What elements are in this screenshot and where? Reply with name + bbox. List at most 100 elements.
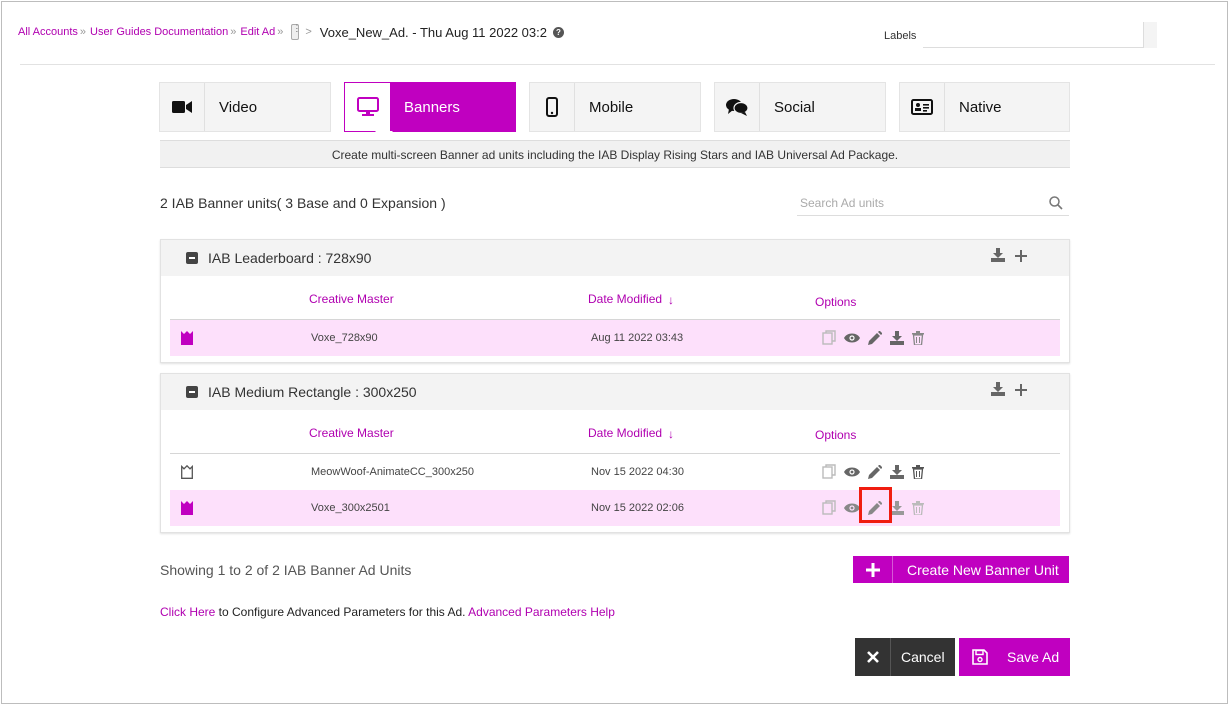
tab-social[interactable]: Social (714, 82, 886, 132)
preview-eye-icon[interactable] (844, 502, 860, 517)
date-modified: Aug 11 2022 03:43 (591, 332, 684, 344)
download-icon[interactable] (890, 500, 904, 518)
collapse-icon[interactable] (186, 252, 198, 264)
pagination-summary: Showing 1 to 2 of 2 IAB Banner Ad Units (160, 562, 412, 578)
tab-banners[interactable]: Banners (344, 82, 516, 132)
highlight-annotation-box (859, 487, 892, 523)
copy-icon[interactable] (822, 500, 836, 518)
id-card-icon (900, 83, 945, 131)
header-divider (20, 64, 1215, 65)
column-creative-master[interactable]: Creative Master (309, 426, 394, 440)
column-date-modified[interactable]: Date Modified (588, 292, 662, 306)
chat-bubbles-icon (715, 83, 760, 131)
breadcrumb-current-ad: Voxe_New_Ad. - Thu Aug 11 2022 03:2 (319, 24, 547, 40)
tab-banners-label: Banners (404, 98, 460, 116)
tab-native[interactable]: Native (899, 82, 1070, 132)
breadcrumb-all-accounts[interactable]: All Accounts (18, 26, 78, 38)
edit-pencil-icon[interactable] (868, 330, 883, 348)
tab-video[interactable]: Video (159, 82, 331, 132)
date-modified: Nov 15 2022 04:30 (591, 466, 684, 478)
delete-trash-icon[interactable] (912, 330, 924, 348)
breadcrumb-edit-ad[interactable]: Edit Ad (240, 26, 275, 38)
tab-mobile[interactable]: Mobile (529, 82, 701, 132)
plus-icon (853, 556, 893, 583)
row-options (822, 464, 924, 482)
advanced-parameters-help-link[interactable]: Advanced Parameters Help (468, 605, 615, 619)
close-icon (855, 638, 891, 676)
copy-icon[interactable] (822, 330, 836, 348)
delete-trash-icon[interactable] (912, 500, 924, 518)
create-new-banner-unit-button[interactable]: Create New Banner Unit (853, 556, 1069, 583)
save-ad-button-label: Save Ad (1007, 649, 1060, 665)
breadcrumb-separator: » (79, 26, 87, 38)
column-options: Options (815, 295, 857, 309)
breadcrumb-more-button[interactable]: ⋮ (291, 24, 301, 40)
advanced-parameters-line: Click Here to Configure Advanced Paramet… (160, 605, 615, 619)
mobile-phone-icon (530, 83, 575, 131)
download-icon[interactable] (991, 382, 1005, 399)
banner-filled-icon (181, 331, 193, 345)
breadcrumb-separator: » (277, 26, 284, 38)
search-icon[interactable] (1049, 196, 1063, 215)
table-row[interactable]: Voxe_728x90 Aug 11 2022 03:43 (170, 320, 1060, 356)
edit-pencil-icon[interactable] (868, 464, 883, 482)
creative-name: Voxe_728x90 (311, 332, 378, 344)
labels-input[interactable] (923, 22, 1157, 48)
advanced-text: to Configure Advanced Parameters for thi… (215, 605, 469, 619)
tab-native-label: Native (959, 98, 1002, 116)
add-icon[interactable] (1015, 249, 1027, 265)
unit-count: 2 IAB Banner units( 3 Base and 0 Expansi… (160, 195, 446, 211)
save-ad-button[interactable]: Save Ad (959, 638, 1070, 676)
delete-trash-icon[interactable] (912, 464, 924, 482)
cancel-button[interactable]: Cancel (855, 638, 955, 676)
preview-eye-icon[interactable] (844, 332, 860, 347)
table-header: Creative Master Date Modified ↓ Options (170, 410, 1060, 454)
table-header: Creative Master Date Modified ↓ Options (170, 276, 1060, 320)
column-options: Options (815, 428, 857, 442)
download-icon[interactable] (890, 464, 904, 482)
banner-filled-icon (181, 501, 193, 515)
cancel-button-label: Cancel (901, 649, 945, 665)
download-icon[interactable] (991, 248, 1005, 265)
column-date-modified[interactable]: Date Modified (588, 426, 662, 440)
breadcrumb-user-guides[interactable]: User Guides Documentation (90, 26, 228, 38)
breadcrumb-separator: » (230, 26, 237, 38)
labels-dropdown-handle[interactable] (1143, 22, 1157, 48)
row-options (822, 330, 924, 348)
sort-arrow-icon[interactable]: ↓ (668, 427, 674, 441)
labels-label: Labels (884, 30, 917, 42)
column-creative-master[interactable]: Creative Master (309, 292, 394, 306)
tab-description: Create multi-screen Banner ad units incl… (160, 140, 1070, 168)
search-box (797, 192, 1069, 216)
date-modified: Nov 15 2022 02:06 (591, 502, 684, 514)
preview-eye-icon[interactable] (844, 466, 860, 481)
creative-name: Voxe_300x2501 (311, 502, 390, 514)
floppy-disk-icon (959, 638, 1001, 676)
tab-video-label: Video (219, 98, 258, 116)
breadcrumb: All Accounts » User Guides Documentation… (18, 24, 564, 40)
group-title: IAB Leaderboard : 728x90 (208, 250, 372, 266)
tab-mobile-label: Mobile (589, 98, 634, 116)
search-input[interactable] (797, 192, 1037, 214)
copy-icon[interactable] (822, 464, 836, 482)
creative-name: MeowWoof-AnimateCC_300x250 (311, 466, 475, 478)
tab-social-label: Social (774, 98, 815, 116)
app-frame: All Accounts » User Guides Documentation… (1, 1, 1228, 704)
download-icon[interactable] (890, 330, 904, 348)
group-title: IAB Medium Rectangle : 300x250 (208, 384, 417, 400)
group-panel-medium-rectangle: IAB Medium Rectangle : 300x250 Creative … (160, 373, 1070, 533)
sort-arrow-icon[interactable]: ↓ (668, 293, 674, 307)
help-icon[interactable]: ? (552, 26, 564, 38)
video-camera-icon (160, 83, 205, 131)
group-header: IAB Leaderboard : 728x90 (161, 240, 1069, 276)
active-tab-pointer (375, 131, 393, 140)
group-header: IAB Medium Rectangle : 300x250 (161, 374, 1069, 410)
collapse-icon[interactable] (186, 386, 198, 398)
add-icon[interactable] (1015, 383, 1027, 399)
click-here-link[interactable]: Click Here (160, 605, 215, 619)
table-row[interactable]: MeowWoof-AnimateCC_300x250 Nov 15 2022 0… (170, 454, 1060, 490)
group-panel-leaderboard: IAB Leaderboard : 728x90 Creative Master… (160, 239, 1070, 363)
banner-outline-icon (181, 464, 193, 479)
table-row[interactable]: Voxe_300x2501 Nov 15 2022 02:06 (170, 490, 1060, 526)
breadcrumb-arrow: > (305, 26, 312, 38)
